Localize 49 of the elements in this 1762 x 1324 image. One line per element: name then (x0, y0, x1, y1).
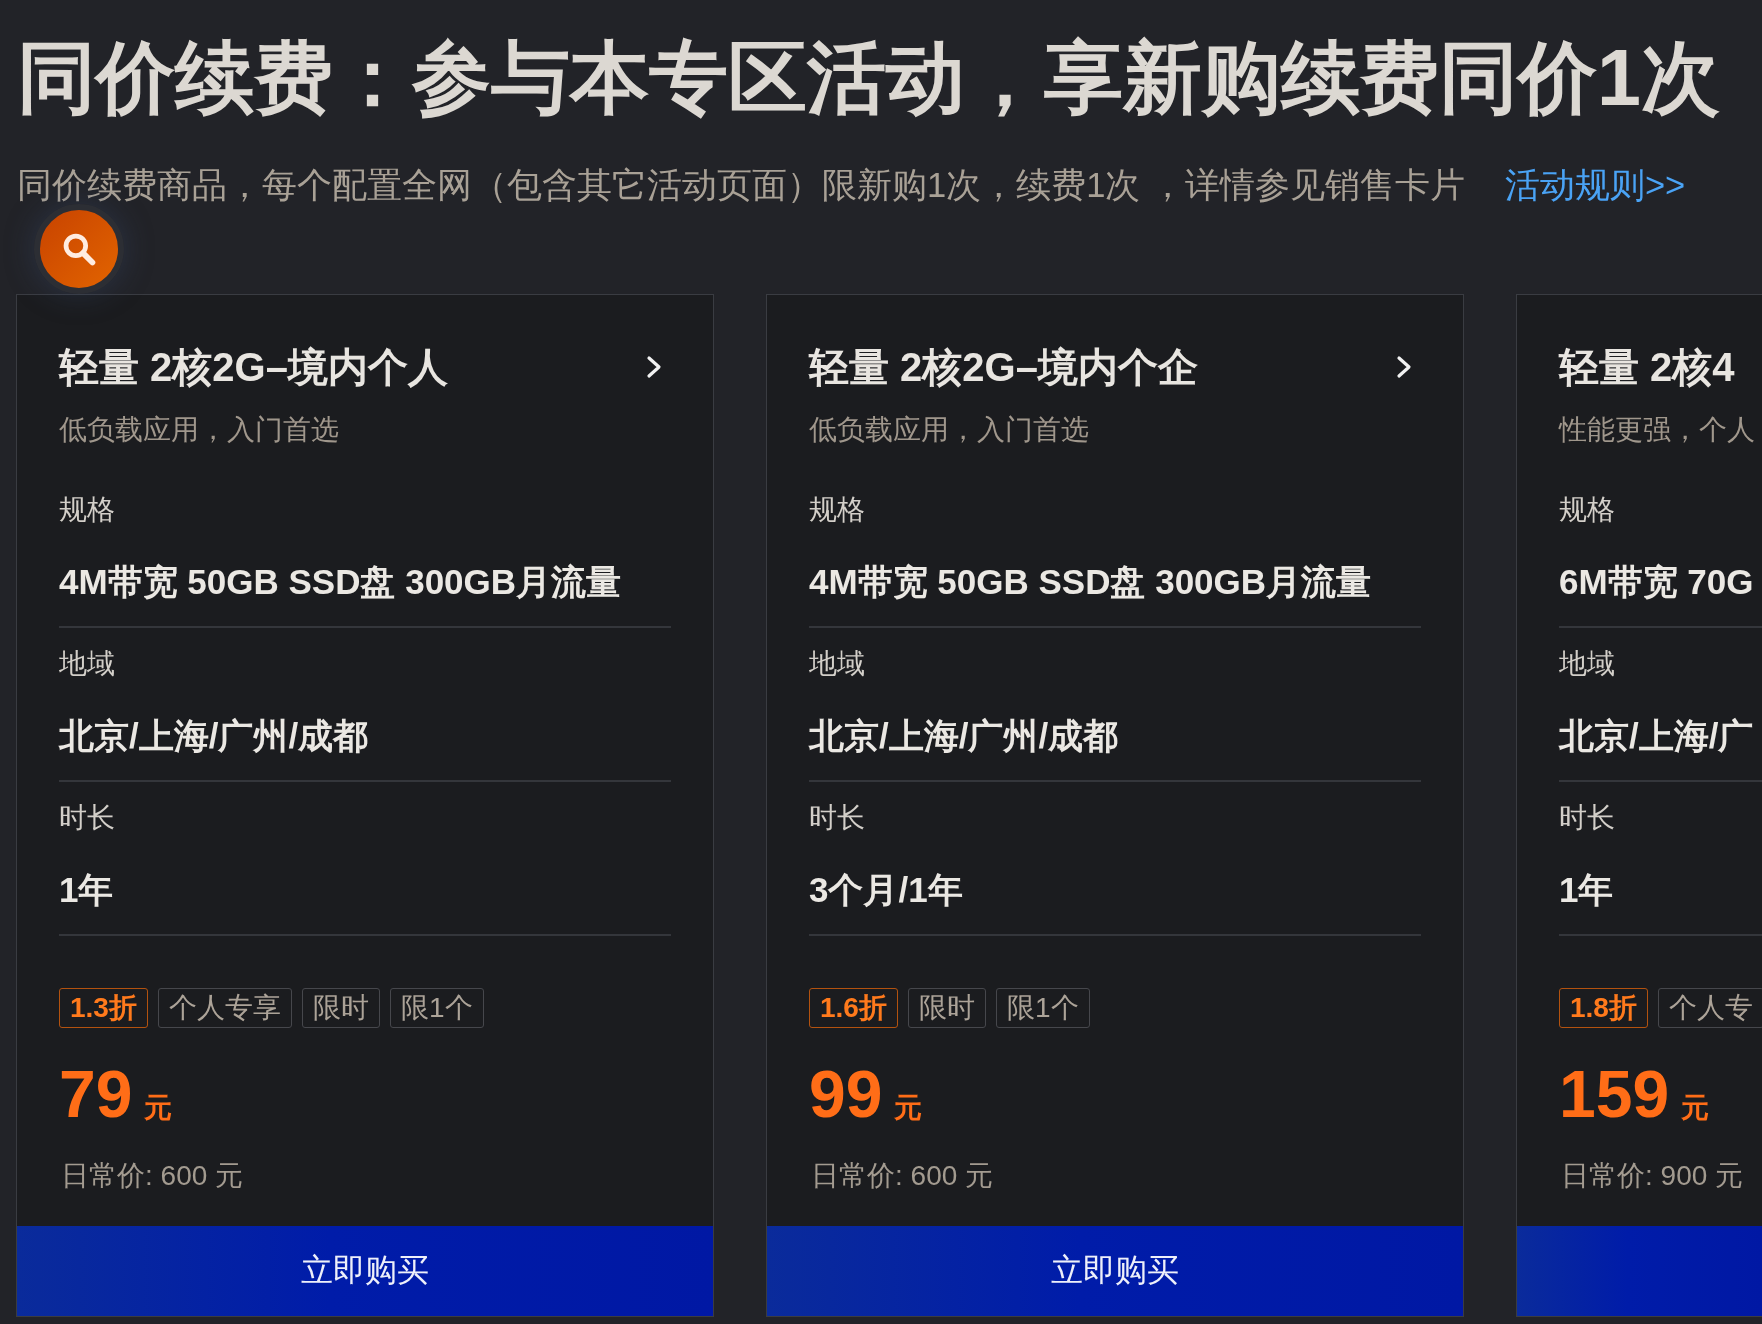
discount-tag: 1.8折 (1559, 988, 1648, 1028)
discount-tag: 1.6折 (809, 988, 898, 1028)
buy-button[interactable]: 立即购买 (17, 1226, 713, 1316)
spec-label: 规格 (809, 493, 866, 527)
chevron-right-icon[interactable] (646, 355, 663, 379)
feature-tag: 限时 (301, 988, 380, 1028)
subtitle: 同价续费商品，每个配置全网（包含其它活动页面）限新购1次，续费1次 ，详情参见销售卡片 (17, 165, 1465, 206)
price-amount: 99 (809, 1059, 883, 1129)
spec-label: 时长 (809, 801, 866, 835)
card-description: 低负载应用，入门首选 (809, 413, 1090, 447)
spec-label: 地域 (809, 647, 866, 681)
card-title: 轻量 2核2G–境内个企 (809, 344, 1198, 391)
spec-value: 4M带宽 50GB SSD盘 300GB月流量 (59, 561, 623, 603)
feature-tag: 限1个 (389, 988, 484, 1028)
spec-value: 6M带宽 70G (1559, 561, 1755, 603)
feature-tag: 个人专享 (157, 988, 292, 1028)
spec-value: 3个月/1年 (809, 869, 964, 911)
spec-value: 4M带宽 50GB SSD盘 300GB月流量 (809, 561, 1373, 603)
regular-price: 日常价: 900 元 (1560, 1159, 1745, 1193)
discount-tag: 1.3折 (59, 988, 148, 1028)
feature-tag: 个人专 (1657, 988, 1762, 1028)
chevron-right-icon[interactable] (1396, 355, 1413, 379)
spec-value: 北京/上海/广州/成都 (809, 715, 1120, 757)
spec-label: 规格 (59, 493, 116, 527)
card-title: 轻量 2核2G–境内个人 (59, 344, 448, 391)
buy-button[interactable]: 立即购买 (767, 1226, 1463, 1316)
price-amount: 159 (1559, 1059, 1670, 1129)
currency-unit: 元 (1681, 1091, 1710, 1125)
spec-label: 地域 (1559, 647, 1616, 681)
spec-label: 时长 (1559, 801, 1616, 835)
feature-tag: 限1个 (995, 988, 1090, 1028)
price-amount: 79 (59, 1059, 133, 1129)
spec-value: 1年 (59, 869, 115, 911)
regular-price: 日常价: 600 元 (60, 1159, 245, 1193)
card-description: 低负载应用，入门首选 (59, 413, 340, 447)
spec-label: 规格 (1559, 493, 1616, 527)
spec-value: 北京/上海/广州/成都 (59, 715, 370, 757)
rules-link[interactable]: 活动规则>> (1504, 163, 1686, 207)
feature-tag: 限时 (907, 988, 986, 1028)
spec-value: 1年 (1559, 869, 1615, 911)
currency-unit: 元 (894, 1091, 923, 1125)
spec-label: 时长 (59, 801, 116, 835)
card-title: 轻量 2核4 (1559, 344, 1735, 391)
page-title: 同价续费：参与本专区活动，享新购续费同价1次 (16, 32, 1721, 124)
currency-unit: 元 (144, 1091, 173, 1125)
spec-label: 地域 (59, 647, 116, 681)
regular-price: 日常价: 600 元 (810, 1159, 995, 1193)
card-description: 性能更强，个人 (1559, 413, 1756, 447)
spec-value: 北京/上海/广 (1559, 715, 1755, 757)
